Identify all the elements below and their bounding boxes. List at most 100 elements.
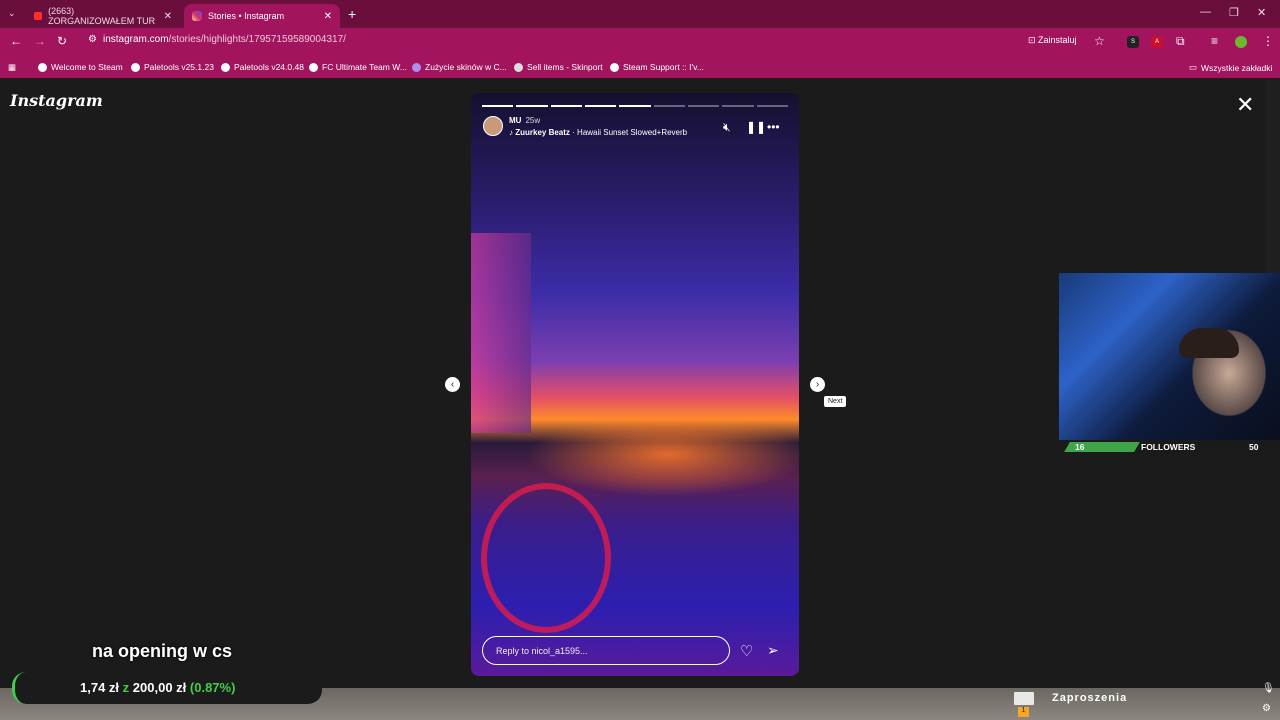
progress-segment (653, 105, 685, 107)
bookmark-label: Welcome to Steam (51, 62, 123, 72)
bookmarks-bar: ▦ Welcome to Steam Paletools v25.1.23 Pa… (0, 56, 1280, 78)
restore-icon[interactable]: ❐ (1229, 6, 1239, 19)
all-bookmarks-label: Wszystkie zakładki (1201, 62, 1273, 73)
close-story-icon[interactable]: ✕ (1236, 94, 1254, 116)
reply-input[interactable]: Reply to nicol_a1595... (482, 636, 730, 665)
all-bookmarks[interactable]: ▭ Wszystkie zakładki (1189, 62, 1272, 73)
youtube-icon (34, 12, 43, 20)
bookmark-item[interactable]: Paletools v24.0.48 (221, 62, 304, 72)
bookmark-item[interactable]: Sell items - Skinport (514, 62, 603, 72)
donation-percent: (0.87%) (189, 680, 236, 695)
invite-count-badge: 1 (1018, 707, 1029, 717)
folder-icon: ▭ (1189, 62, 1198, 72)
bookmark-label: Paletools v24.0.48 (234, 62, 304, 72)
paletools-icon (131, 62, 140, 72)
mail-icon (1014, 692, 1034, 705)
like-icon[interactable]: ♡ (740, 642, 753, 660)
followers-current: 16 (1075, 442, 1085, 452)
settings-icon[interactable]: ⚙ (1262, 703, 1271, 714)
url-path: /stories/highlights/17957159589004317/ (168, 34, 346, 45)
forward-icon[interactable]: → (34, 34, 46, 48)
site-info-icon[interactable]: ⚙ (88, 34, 97, 45)
story-age: 25w (525, 116, 541, 125)
bookmark-label: Paletools v25.1.23 (144, 62, 214, 72)
webcam-image-detail (1179, 328, 1239, 358)
story-image-detail (481, 483, 611, 633)
progress-segment (687, 105, 720, 107)
bookmark-label: Zużycie skinów w C... (425, 62, 507, 72)
next-tooltip: Next (824, 396, 847, 407)
apps-grid-icon[interactable]: ▦ (8, 62, 16, 73)
instagram-icon (192, 11, 202, 21)
progress-segment (482, 105, 514, 107)
progress-segment (550, 105, 582, 107)
close-icon[interactable]: ✕ (324, 11, 332, 22)
tab-instagram[interactable]: Stories • Instagram ✕ (184, 4, 340, 28)
tab-strip: ⌄ (2663) ZORGANIZOWAŁEM TUR ✕ Stories • … (0, 0, 1280, 28)
microphone-icon[interactable]: 🎙︎ (1262, 683, 1275, 694)
music-title: · Hawaii Sunset Slowed+Reverb (572, 128, 688, 137)
story-music[interactable]: ♪ Zuurkey Beatz · Hawaii Sunset Slowed+R… (509, 128, 687, 137)
tab-title: (2663) ZORGANIZOWAŁEM TUR (48, 6, 156, 26)
minimize-icon[interactable]: — (1200, 6, 1211, 18)
bookmark-item[interactable]: Paletools v25.1.23 (131, 62, 214, 72)
mute-icon[interactable]: 🔇︎ (723, 120, 731, 135)
webcam-overlay (1059, 273, 1280, 440)
media-control-icon[interactable]: ≡ (1211, 34, 1218, 48)
steam-icon (610, 62, 619, 72)
previous-story-button[interactable]: ‹ (445, 377, 460, 392)
bookmark-star-icon[interactable]: ☆ (1094, 34, 1105, 48)
bookmark-label: Steam Support :: I'v... (623, 62, 704, 72)
bookmark-label: Sell items - Skinport (527, 62, 603, 72)
send-icon[interactable]: ➢ (767, 642, 779, 659)
back-icon[interactable]: ← (10, 34, 22, 48)
username-text: MU (509, 116, 522, 125)
extension-icon[interactable]: S (1127, 36, 1139, 48)
reload-icon[interactable]: ↻ (57, 34, 67, 48)
invites-label: Zaproszenia (1052, 692, 1128, 704)
progress-segment (516, 105, 548, 107)
followers-label: FOLLOWERS (1141, 442, 1196, 452)
progress-segment (584, 105, 617, 107)
donation-sep: z (122, 680, 130, 695)
tab-title: Stories • Instagram (208, 11, 285, 21)
donation-current: 1,74 zł (80, 680, 120, 695)
extensions-puzzle-icon[interactable]: ⧉ (1176, 34, 1185, 49)
avatar[interactable] (483, 116, 503, 136)
install-label: Zainstaluj (1038, 35, 1077, 45)
scrollbar[interactable] (1266, 80, 1280, 280)
pause-icon[interactable]: ❚❚ (746, 120, 766, 134)
donation-goal: 1,74 zł z 200,00 zł (0.87%) (12, 672, 322, 704)
close-icon[interactable]: ✕ (164, 11, 172, 22)
tab-youtube[interactable]: (2663) ZORGANIZOWAŁEM TUR ✕ (26, 4, 180, 28)
bookmark-item[interactable]: Welcome to Steam (38, 62, 123, 72)
instagram-logo[interactable]: Instagram (10, 91, 103, 110)
url-domain: instagram.com (102, 34, 169, 45)
progress-segment (619, 105, 651, 107)
bookmark-item[interactable]: Zużycie skinów w C... (412, 62, 507, 72)
ea-icon (309, 62, 318, 72)
paletools-icon (221, 62, 230, 72)
bookmark-label: FC Ultimate Team W... (322, 62, 407, 72)
steam-icon (38, 62, 47, 72)
story-image-detail (471, 233, 531, 433)
followers-goal-bar: 16 FOLLOWERS 50 (1059, 440, 1280, 454)
new-tab-icon[interactable]: + (348, 6, 356, 22)
stream-caption: na opening w cs (92, 641, 233, 661)
story-media[interactable] (471, 93, 799, 676)
url-field[interactable]: ⚙ instagram.com/stories/highlights/179571… (88, 34, 346, 45)
bookmark-item[interactable]: Steam Support :: I'v... (610, 62, 704, 72)
window-close-icon[interactable]: ✕ (1257, 6, 1266, 19)
next-story-button[interactable]: › (810, 377, 825, 392)
menu-dots-icon[interactable]: ⋮ (1262, 34, 1274, 48)
adblock-icon[interactable]: A (1151, 36, 1163, 48)
story-username[interactable]: MU 25w (509, 116, 540, 125)
story-progress (482, 105, 788, 107)
skinport-icon (514, 62, 523, 72)
profile-avatar[interactable] (1235, 36, 1247, 48)
install-app-button[interactable]: ⊡ Zainstaluj (1028, 35, 1077, 46)
tab-search-icon[interactable]: ⌄ (8, 8, 16, 19)
bookmark-item[interactable]: FC Ultimate Team W... (309, 62, 407, 72)
more-options-icon[interactable]: ••• (767, 120, 780, 134)
skin-icon (412, 62, 421, 72)
